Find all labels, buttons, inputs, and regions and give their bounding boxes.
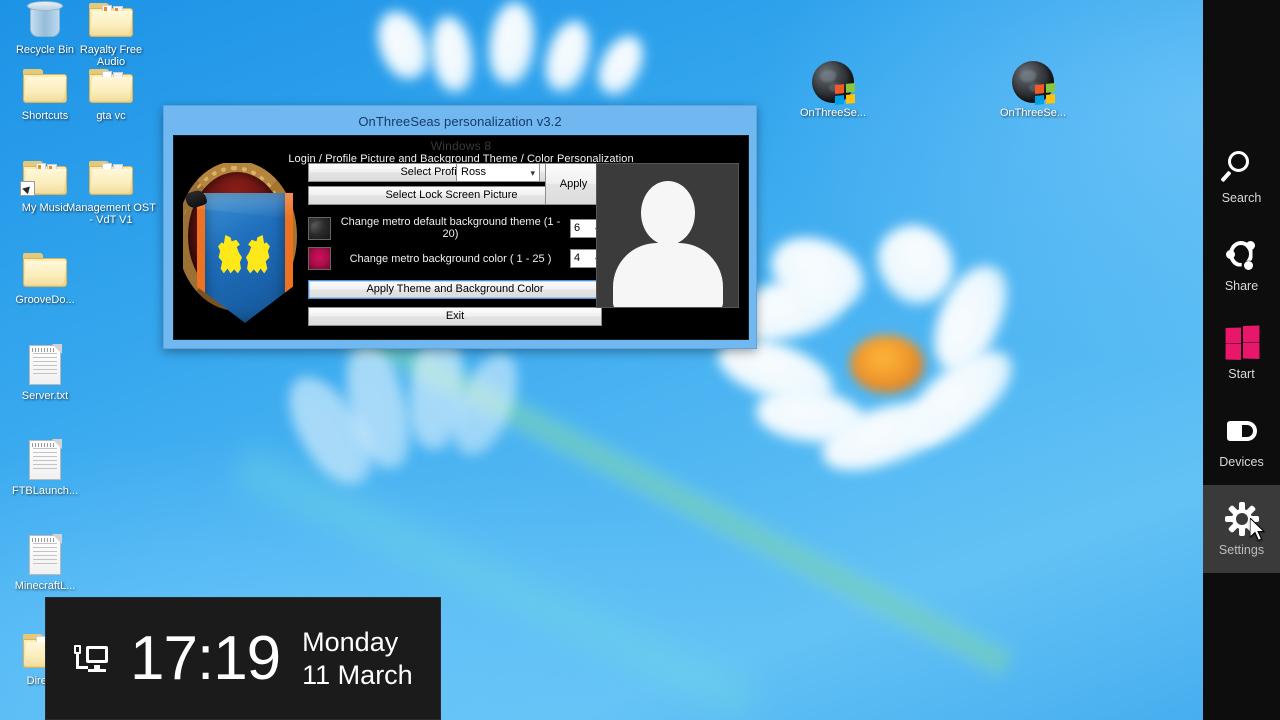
color-row-label: Change metro background color ( 1 - 25 ) xyxy=(349,252,552,265)
window-titlebar[interactable]: OnThreeSeas personalization v3.2 xyxy=(164,106,756,136)
desktop-icon-rayalty-free-audio[interactable]: Rayalty Free Audio xyxy=(66,0,156,68)
os-heading: Windows 8 xyxy=(430,139,492,153)
folder-icon xyxy=(0,244,90,294)
desktop-icon-server-txt[interactable]: Server.txt xyxy=(0,340,90,402)
charm-label: Settings xyxy=(1218,542,1265,557)
devices-icon xyxy=(1225,414,1259,448)
charms-bar: Search Share Start Devices Settings xyxy=(1203,0,1280,720)
clock-date-text: 11 March xyxy=(302,659,413,690)
wallpaper-daisy-left xyxy=(272,328,560,560)
banner-image xyxy=(183,163,305,333)
onthreeseas-globe-icon xyxy=(988,57,1078,107)
theme-thumbnail-preview[interactable] xyxy=(308,216,331,240)
clock-day: Monday xyxy=(302,626,399,657)
search-icon xyxy=(1219,150,1259,184)
chevron-down-icon: ▾ xyxy=(530,168,535,178)
wallpaper-daisy-main xyxy=(700,211,1220,670)
desktop-icon-label: FTBLaunch... xyxy=(11,485,79,497)
clock-date: Monday 11 March xyxy=(302,626,413,692)
window-title: OnThreeSeas personalization v3.2 xyxy=(358,113,562,129)
apply-theme-and-background-color-button[interactable]: Apply Theme and Background Color xyxy=(308,280,602,299)
charm-label: Share xyxy=(1224,278,1259,293)
desktop-icon-label: Server.txt xyxy=(21,390,69,402)
color-number-value: 4 xyxy=(574,252,581,264)
desktop-icon-label: Management OST - VdT V1 xyxy=(66,202,156,226)
user-select-dropdown[interactable]: Ross ▾ xyxy=(456,163,540,182)
window-client-area: Windows 8 Login / Profile Picture and Ba… xyxy=(173,135,749,340)
charm-devices[interactable]: Devices xyxy=(1203,397,1280,485)
desktop-icon-groovedo[interactable]: GrooveDo... xyxy=(0,244,90,306)
charm-label: Search xyxy=(1221,190,1262,205)
shortcut-arrow-icon xyxy=(20,181,35,196)
desktop: Recycle Bin Rayalty Free Audio Shortcuts xyxy=(0,0,1280,720)
text-document-icon xyxy=(0,530,90,580)
desktop-icon-management-ost[interactable]: Management OST - VdT V1 xyxy=(66,152,156,226)
clock-time: 17:19 xyxy=(130,623,281,693)
desktop-icon-gta-vc[interactable]: gta vc xyxy=(66,60,156,122)
folder-icon xyxy=(66,60,156,110)
desktop-icon-onthreeseas-1[interactable]: OnThreeSe... xyxy=(788,57,878,119)
charm-settings[interactable]: Settings xyxy=(1203,485,1280,573)
profile-picture-preview xyxy=(596,163,739,308)
charm-search[interactable]: Search xyxy=(1203,133,1280,221)
desktop-icon-label: gta vc xyxy=(96,110,126,122)
charm-label: Devices xyxy=(1219,454,1264,469)
avatar-head xyxy=(640,181,695,245)
desktop-icon-label: OnThreeSe... xyxy=(799,107,867,119)
network-monitor-icon xyxy=(74,644,108,674)
theme-number-value: 6 xyxy=(574,221,581,234)
charm-start[interactable]: Start xyxy=(1203,309,1280,397)
desktop-icon-minecraft-launcher[interactable]: MinecraftL... xyxy=(0,530,90,592)
exit-button[interactable]: Exit xyxy=(308,307,602,326)
apply-button[interactable]: Apply xyxy=(545,163,602,205)
settings-form: Select Profile Picture Select Lock Scree… xyxy=(308,163,602,326)
background-color-preview[interactable] xyxy=(308,247,331,270)
desktop-icon-label: MinecraftL... xyxy=(14,580,76,592)
desktop-icon-ftblauncher[interactable]: FTBLaunch... xyxy=(0,435,90,497)
charm-share[interactable]: Share xyxy=(1203,221,1280,309)
folder-icon xyxy=(66,152,156,202)
user-select-value: Ross xyxy=(461,166,487,178)
windows-start-icon xyxy=(1225,324,1259,360)
onthreeseas-globe-icon xyxy=(788,57,878,107)
personalization-window[interactable]: OnThreeSeas personalization v3.2 Windows… xyxy=(163,105,757,349)
charm-label: Start xyxy=(1228,366,1255,381)
desktop-icon-label: GrooveDo... xyxy=(15,294,75,306)
theme-row-label: Change metro default background theme (1… xyxy=(340,216,561,240)
share-icon xyxy=(1225,238,1259,272)
folder-icon xyxy=(66,0,156,44)
avatar-body xyxy=(612,243,723,307)
text-document-icon xyxy=(0,435,90,485)
desktop-icon-onthreeseas-2[interactable]: OnThreeSe... xyxy=(988,57,1078,119)
desktop-icon-label: OnThreeSe... xyxy=(999,107,1067,119)
text-document-icon xyxy=(0,340,90,390)
lock-clock-tile: 17:19 Monday 11 March xyxy=(45,597,441,720)
